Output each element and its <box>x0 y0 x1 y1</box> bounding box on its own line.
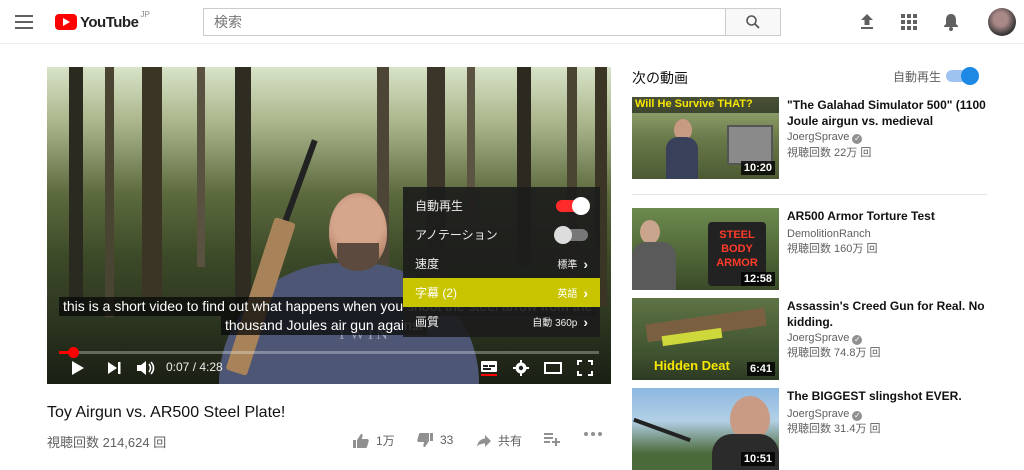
annotations-toggle[interactable] <box>554 225 588 244</box>
channel-name: JoergSprave ✓ <box>787 131 863 144</box>
like-button[interactable]: 1万 <box>352 432 395 449</box>
logo-region: JP <box>140 10 150 19</box>
channel-name: JoergSprave ✓ <box>787 332 863 345</box>
chevron-right-icon: › <box>583 313 588 330</box>
search-icon <box>746 15 760 29</box>
recommended-title[interactable]: AR500 Armor Torture Test <box>787 208 987 224</box>
chevron-right-icon: › <box>583 255 588 272</box>
divider <box>632 194 987 195</box>
caption-line-2: thousand Joules air gun against <box>221 316 427 335</box>
thumbs-down-icon <box>417 433 433 447</box>
notifications-bell-icon[interactable] <box>941 12 961 32</box>
video-thumbnail[interactable]: 10:51 <box>632 388 779 470</box>
share-icon <box>477 434 491 447</box>
next-icon[interactable] <box>105 359 123 377</box>
autoplay-label: 自動再生 <box>893 70 942 84</box>
playlist-add-icon <box>544 433 560 446</box>
play-icon[interactable] <box>69 359 87 377</box>
volume-icon[interactable] <box>135 359 157 377</box>
fullscreen-icon[interactable] <box>575 359 595 377</box>
thumbnail-caption: Hidden Deat <box>654 358 730 373</box>
recommended-video[interactable]: Will He Survive THAT? 10:20 "The Galahad… <box>632 97 992 181</box>
settings-quality[interactable]: 画質 自動 360p › <box>403 307 600 336</box>
top-bar: YouTube JP <box>0 0 1024 44</box>
settings-subtitles[interactable]: 字幕 (2) 英語 › <box>403 278 600 307</box>
progress-bar[interactable] <box>59 347 599 358</box>
apps-grid-icon[interactable] <box>899 12 919 32</box>
view-count: 視聴回数 214,624 回 <box>47 435 167 450</box>
video-title: Toy Airgun vs. AR500 Steel Plate! <box>47 404 286 421</box>
upload-icon[interactable] <box>857 12 877 32</box>
recommended-views: 視聴回数 160万 回 <box>787 243 878 255</box>
recommended-views: 視聴回数 22万 回 <box>787 147 872 159</box>
video-duration: 6:41 <box>746 362 775 376</box>
menu-icon[interactable] <box>15 15 33 29</box>
avatar[interactable] <box>988 8 1016 36</box>
recommended-title[interactable]: "The Galahad Simulator 500" (1100 Joule … <box>787 97 987 129</box>
thumbs-up-icon <box>353 433 369 448</box>
verified-check-icon: ✓ <box>852 134 863 144</box>
recommended-views: 視聴回数 74.8万 回 <box>787 347 881 359</box>
recommended-video[interactable]: STEEL BODY ARMOR 12:58 AR500 Armor Tortu… <box>632 208 992 292</box>
settings-speed[interactable]: 速度 標準 › <box>403 249 600 278</box>
video-duration: 10:51 <box>740 452 775 466</box>
progress-scrubber[interactable] <box>68 347 80 358</box>
video-duration: 10:20 <box>740 161 775 175</box>
settings-autoplay[interactable]: 自動再生 <box>403 191 600 220</box>
settings-menu: 自動再生 アノテーション 速度 標準 › 字幕 (2) 英語 › 画質 自動 360… <box>403 187 600 337</box>
search-button[interactable] <box>725 8 781 36</box>
channel-name: JoergSprave ✓ <box>787 408 863 421</box>
dislike-button[interactable]: 33 <box>416 432 453 448</box>
recommended-views: 視聴回数 31.4万 回 <box>787 423 881 435</box>
add-to-playlist-button[interactable] <box>544 432 560 446</box>
verified-check-icon: ✓ <box>852 411 863 421</box>
autoplay-toggle-sidebar[interactable] <box>946 67 979 85</box>
thumbnail-caption: Will He Survive THAT? <box>635 98 753 110</box>
chevron-right-icon: › <box>583 284 588 301</box>
video-player[interactable]: TWIN this is a short video to find out w… <box>47 67 611 384</box>
recommended-video[interactable]: 10:51 The BIGGEST slingshot EVER. JoergS… <box>632 388 992 470</box>
verified-check-icon: ✓ <box>852 335 863 345</box>
video-thumbnail[interactable]: STEEL BODY ARMOR 12:58 <box>632 208 779 290</box>
share-button[interactable]: 共有 <box>476 432 522 449</box>
settings-gear-icon[interactable] <box>511 359 531 377</box>
subtitles-icon[interactable] <box>479 359 499 377</box>
youtube-play-icon <box>55 14 77 30</box>
thumbnail-caption: STEEL BODY ARMOR <box>716 229 758 269</box>
recommended-title[interactable]: The BIGGEST slingshot EVER. <box>787 388 987 404</box>
video-duration: 12:58 <box>740 272 775 286</box>
logo-text: YouTube <box>80 13 139 31</box>
youtube-logo[interactable]: YouTube JP <box>55 10 150 32</box>
video-thumbnail[interactable]: Will He Survive THAT? 10:20 <box>632 97 779 179</box>
recommended-title[interactable]: Assassin's Creed Gun for Real. No kiddin… <box>787 298 987 330</box>
video-thumbnail[interactable]: Hidden Deat 6:41 <box>632 298 779 380</box>
up-next-heading: 次の動画 <box>632 70 688 86</box>
search-input[interactable] <box>203 8 725 36</box>
recommended-video[interactable]: Hidden Deat 6:41 Assassin's Creed Gun fo… <box>632 298 992 382</box>
theater-mode-icon[interactable] <box>543 359 563 377</box>
channel-name: DemolitionRanch <box>787 228 871 240</box>
time-display: 0:07 / 4:28 <box>166 360 223 374</box>
settings-annotations[interactable]: アノテーション <box>403 220 600 249</box>
autoplay-toggle[interactable] <box>556 196 590 215</box>
more-horizontal-icon <box>584 432 602 436</box>
more-actions-button[interactable] <box>584 432 602 436</box>
